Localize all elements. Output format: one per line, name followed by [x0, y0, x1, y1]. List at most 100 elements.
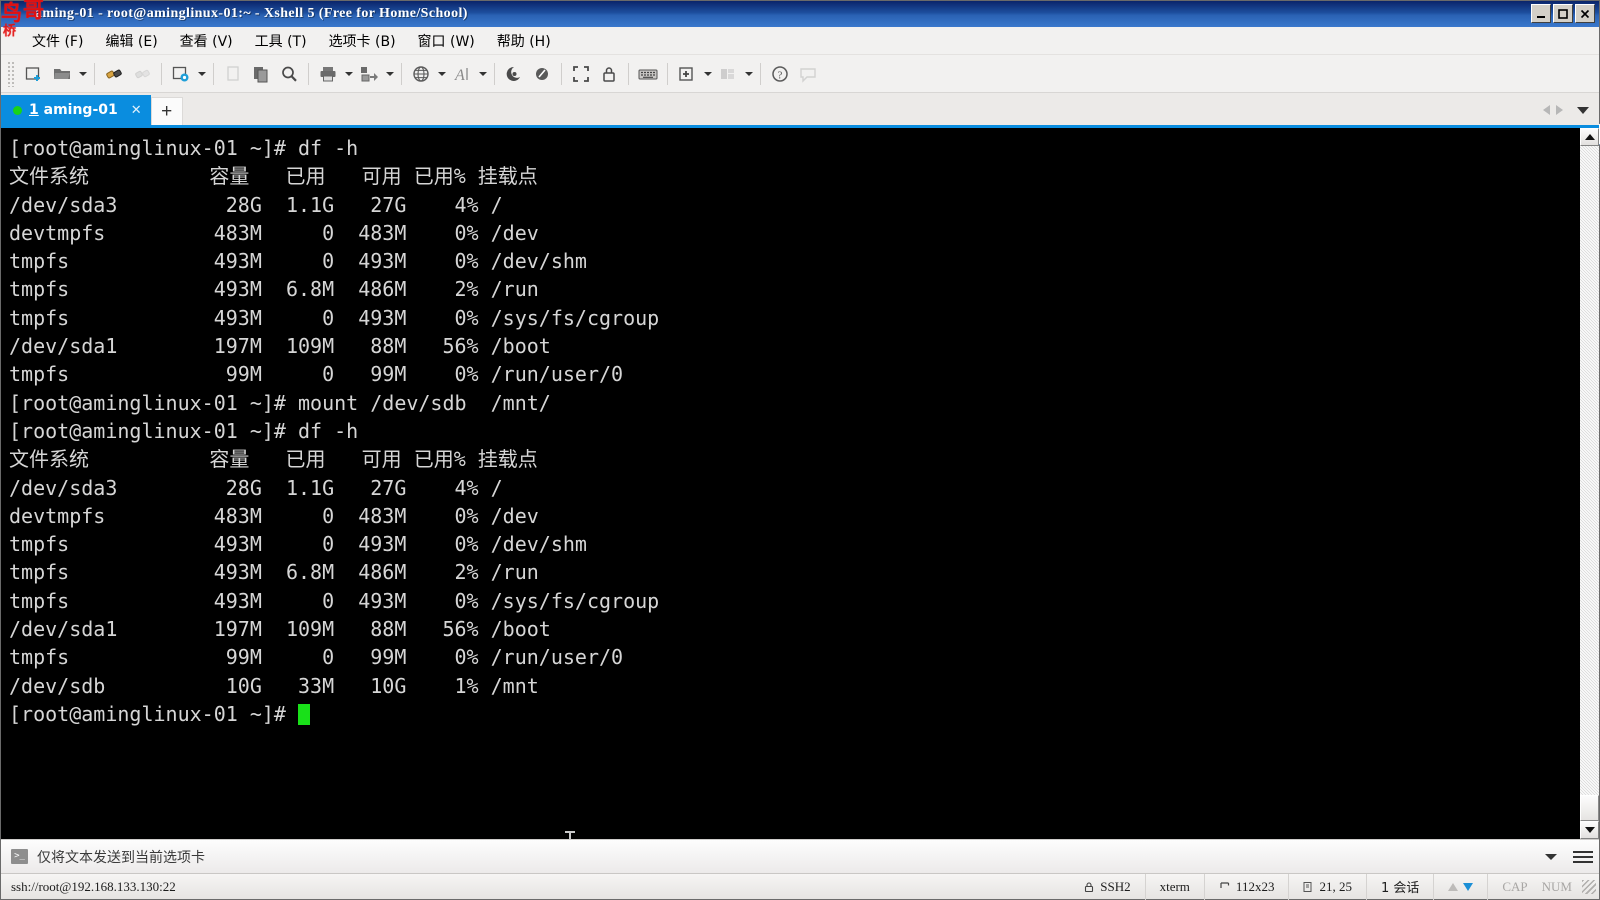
send-command-bar[interactable]: >_ 仅将文本发送到当前选项卡: [1, 839, 1599, 873]
menu-edit[interactable]: 编辑 (E): [94, 29, 168, 53]
toolbar-separator: [401, 62, 402, 85]
terminal-scrollbar[interactable]: [1579, 128, 1599, 839]
copy-page-icon[interactable]: [219, 60, 247, 88]
scrollbar-thumb[interactable]: [1580, 795, 1599, 821]
print-dropdown-icon[interactable]: [342, 60, 355, 88]
fullscreen-icon[interactable]: [567, 60, 595, 88]
terminal-line: /dev/sdb 10G 33M 10G 1% /mnt: [9, 673, 539, 698]
toolbar-grip[interactable]: [7, 60, 15, 87]
menu-help[interactable]: 帮助 (H): [486, 29, 562, 53]
cursor-position-icon: [1303, 881, 1312, 892]
terminal-line: [root@aminglinux-01 ~]# df -h: [9, 136, 359, 160]
scroll-up-icon[interactable]: [1580, 128, 1599, 146]
tab-scroll-right-icon[interactable]: [1556, 105, 1563, 115]
lock-icon[interactable]: [595, 60, 623, 88]
menu-tabs[interactable]: 选项卡 (B): [318, 29, 407, 53]
send-command-dropdown-icon[interactable]: [1545, 853, 1557, 860]
open-folder-icon[interactable]: [48, 60, 76, 88]
menu-bar: 文件 (F) 编辑 (E) 查看 (V) 工具 (T) 选项卡 (B) 窗口 (…: [1, 27, 1599, 55]
terminal-line: tmpfs 493M 0 493M 0% /dev/shm: [9, 532, 587, 557]
status-cursor-pos: 21, 25: [1288, 873, 1366, 900]
session-properties-dropdown-icon[interactable]: [195, 60, 208, 88]
connect-icon[interactable]: [100, 60, 128, 88]
resize-icon: [1220, 881, 1230, 888]
comment-icon[interactable]: [794, 60, 822, 88]
web-dropdown-icon[interactable]: [435, 60, 448, 88]
toolbar: A ?: [1, 55, 1600, 145]
xshell-icon[interactable]: [500, 60, 528, 88]
print-icon[interactable]: [314, 60, 342, 88]
xftp-icon[interactable]: [528, 60, 556, 88]
xshell-window: 鸟 哥 桥 aming-01 - root@aminglinux-01:~ - …: [0, 0, 1600, 900]
status-protocol-label: SSH2: [1100, 878, 1131, 894]
toolbar-separator: [667, 62, 668, 85]
status-connection-url: ssh://root@192.168.133.130:22: [11, 878, 176, 894]
layout-icon[interactable]: [714, 60, 742, 88]
tab-close-icon[interactable]: ✕: [131, 102, 142, 118]
terminal-line: /dev/sda1 197M 109M 88M 56% /boot: [9, 617, 551, 642]
menu-file[interactable]: 文件 (F): [21, 29, 94, 53]
tab-label: 1 aming-01: [29, 102, 118, 118]
scroll-down-icon[interactable]: [1580, 821, 1599, 839]
terminal-line: [root@aminglinux-01 ~]# mount /dev/sdb /…: [9, 390, 551, 415]
menu-tools[interactable]: 工具 (T): [244, 29, 318, 53]
tab-status-dot: [13, 105, 22, 115]
status-caps-lock: CAP: [1487, 873, 1541, 900]
find-icon[interactable]: [275, 60, 303, 88]
add-to-folder-icon[interactable]: [673, 60, 701, 88]
status-cursor-pos-label: 21, 25: [1319, 878, 1352, 894]
tab-scroll-left-icon[interactable]: [1543, 105, 1550, 115]
minimize-button[interactable]: [1531, 4, 1551, 23]
tab-list-dropdown-icon[interactable]: [1577, 106, 1589, 114]
terminal-line: tmpfs 493M 0 493M 0% /sys/fs/cgroup: [9, 588, 660, 613]
disconnect-icon[interactable]: [128, 60, 156, 88]
window-title: aming-01 - root@aminglinux-01:~ - Xshell…: [35, 6, 468, 21]
layout-dropdown-icon[interactable]: [742, 60, 755, 88]
terminal-line: tmpfs 99M 0 99M 0% /run/user/0: [9, 362, 624, 387]
upload-arrow-icon: [1448, 882, 1459, 891]
font-dropdown-icon[interactable]: [476, 60, 489, 88]
terminal-line: tmpfs 493M 6.8M 486M 2% /run: [9, 560, 539, 585]
font-icon[interactable]: A: [448, 60, 476, 88]
paste-icon[interactable]: [247, 60, 275, 88]
download-arrow-icon: [1463, 882, 1474, 891]
resize-grip[interactable]: [1582, 879, 1596, 894]
terminal-line: /dev/sda3 28G 1.1G 27G 4% /: [9, 475, 503, 500]
toolbar-separator: [213, 62, 214, 85]
menu-view[interactable]: 查看 (V): [169, 29, 244, 53]
add-to-folder-dropdown-icon[interactable]: [701, 60, 714, 88]
open-folder-dropdown-icon[interactable]: [76, 60, 89, 88]
maximize-button[interactable]: [1553, 4, 1573, 23]
toolbar-separator: [161, 62, 162, 85]
terminal-line: 文件系统 容量 已用 可用 已用% 挂载点: [9, 447, 538, 472]
status-num-label: NUM: [1541, 878, 1572, 894]
terminal-line: tmpfs 493M 0 493M 0% /dev/shm: [9, 249, 587, 274]
help-icon[interactable]: ?: [766, 60, 794, 88]
status-term-type-label: xterm: [1159, 878, 1190, 894]
keyboard-icon[interactable]: [634, 60, 662, 88]
tab-index: 1: [29, 102, 39, 118]
menu-window[interactable]: 窗口 (W): [407, 29, 486, 53]
terminal-area: [root@aminglinux-01 ~]# df -h 文件系统 容量 已用 …: [1, 125, 1599, 839]
status-sessions: 1 会话: [1365, 873, 1433, 900]
lock-icon: [1085, 881, 1094, 892]
transfer-dropdown-icon[interactable]: [383, 60, 396, 88]
send-command-menu-icon[interactable]: [1573, 847, 1593, 867]
toolbar-separator: [628, 62, 629, 85]
web-icon[interactable]: [407, 60, 435, 88]
status-caps-label: CAP: [1502, 878, 1528, 894]
terminal-cursor: [297, 703, 310, 725]
transfer-icon[interactable]: [355, 60, 383, 88]
scrollbar-track[interactable]: [1580, 146, 1599, 795]
tab-aming-01[interactable]: 1 aming-01 ✕: [1, 95, 151, 125]
status-term-type: xterm: [1144, 873, 1204, 900]
status-bar: ssh://root@192.168.133.130:22 SSH2 xterm…: [1, 873, 1599, 900]
new-tab-button[interactable]: +: [150, 97, 183, 125]
svg-text:A: A: [454, 67, 465, 84]
terminal-line: [root@aminglinux-01 ~]# df -h: [9, 418, 359, 443]
tab-title: aming-01: [43, 102, 118, 118]
terminal-output[interactable]: [root@aminglinux-01 ~]# df -h 文件系统 容量 已用 …: [1, 128, 1579, 839]
close-button[interactable]: [1575, 4, 1595, 23]
session-properties-icon[interactable]: [167, 60, 195, 88]
new-session-icon[interactable]: [20, 60, 48, 88]
